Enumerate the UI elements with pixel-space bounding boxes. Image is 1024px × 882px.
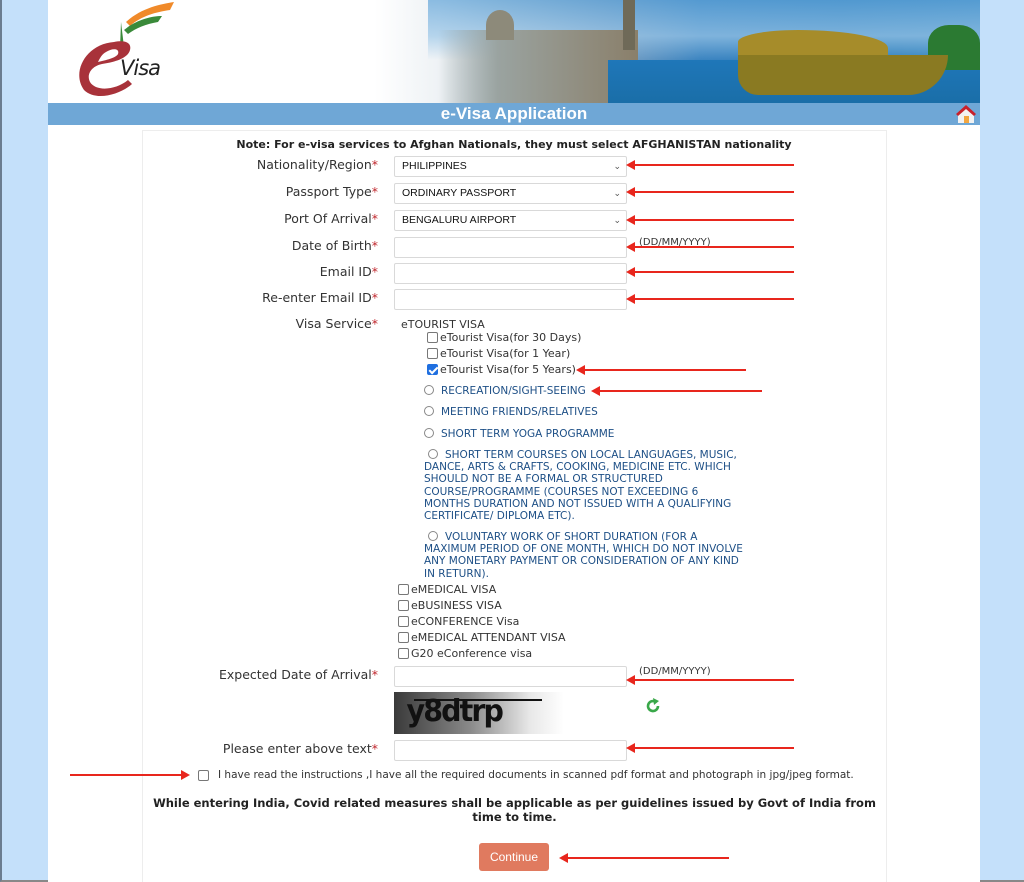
logo-text: Visa [120, 56, 161, 80]
passport-type-value: ORDINARY PASSPORT [402, 187, 517, 199]
captcha-image: y8dtrp [394, 692, 564, 734]
dob-input[interactable] [394, 237, 627, 258]
radio-button[interactable] [428, 449, 438, 459]
option-label: eCONFERENCE Visa [411, 615, 520, 628]
dob-label: Date of Birth* [291, 238, 378, 253]
nationality-label: Nationality/Region* [256, 157, 378, 172]
purpose-label: VOLUNTARY WORK OF SHORT DURATION (FOR A … [424, 531, 743, 580]
passport-type-select[interactable]: ORDINARY PASSPORT ⌄ [394, 183, 627, 204]
purpose-meeting-friends[interactable]: MEETING FRIENDS/RELATIVES [424, 406, 744, 418]
etourist-30-days-option[interactable]: eTourist Visa(for 30 Days) [427, 331, 581, 344]
option-label: eBUSINESS VISA [411, 599, 502, 612]
afghan-note: Note: For e-visa services to Afghan Nati… [236, 138, 792, 151]
evisa-logo [79, 2, 174, 97]
chevron-down-icon: ⌄ [613, 188, 621, 198]
email-label: Email ID* [319, 264, 378, 279]
nationality-value: PHILIPPINES [402, 160, 467, 172]
port-of-arrival-value: BENGALURU AIRPORT [402, 214, 517, 226]
purpose-label: SHORT TERM YOGA PROGRAMME [441, 428, 615, 440]
page-title-bar: e-Visa Application [48, 103, 980, 125]
annotation-arrow [626, 160, 794, 170]
checkbox[interactable] [398, 632, 409, 643]
continue-button[interactable]: Continue [479, 843, 549, 871]
annotation-arrow [591, 386, 762, 396]
arrival-format-hint: (DD/MM/YYYY) [639, 666, 711, 677]
refresh-icon[interactable] [644, 697, 662, 715]
option-label: eTourist Visa(for 30 Days) [440, 331, 582, 344]
checkbox[interactable] [398, 584, 409, 595]
annotation-arrow [576, 365, 746, 375]
econference-visa-option[interactable]: eCONFERENCE Visa [398, 615, 519, 628]
expected-arrival-label: Expected Date of Arrival* [218, 667, 378, 682]
annotation-arrow [626, 743, 794, 753]
checkbox[interactable] [398, 616, 409, 627]
etourist-1-year-option[interactable]: eTourist Visa(for 1 Year) [427, 347, 570, 360]
page-title: e-Visa Application [440, 104, 588, 123]
covid-notice: While entering India, Covid related meas… [153, 796, 876, 824]
agreement-label: I have read the instructions ,I have all… [218, 769, 854, 781]
annotation-arrow [626, 294, 794, 304]
radio-button[interactable] [424, 385, 434, 395]
banner-boat [738, 55, 948, 95]
checkbox-checked[interactable] [427, 364, 438, 375]
radio-button[interactable] [424, 428, 434, 438]
captcha-input[interactable] [394, 740, 627, 761]
annotation-arrow [626, 187, 794, 197]
option-label: eMEDICAL VISA [411, 583, 497, 596]
banner-dome [486, 10, 514, 40]
purpose-yoga[interactable]: SHORT TERM YOGA PROGRAMME [424, 428, 744, 440]
emedical-attendant-visa-option[interactable]: eMEDICAL ATTENDANT VISA [398, 631, 566, 644]
annotation-arrow [626, 215, 794, 225]
option-label: eTourist Visa(for 5 Years) [440, 363, 576, 376]
reenter-email-label: Re-enter Email ID* [262, 290, 378, 305]
nationality-select[interactable]: PHILIPPINES ⌄ [394, 156, 627, 177]
radio-button[interactable] [428, 531, 438, 541]
annotation-arrow [70, 770, 190, 780]
visa-service-label: Visa Service* [295, 316, 378, 331]
banner-tower [623, 0, 635, 50]
checkbox[interactable] [427, 332, 438, 343]
radio-button[interactable] [424, 406, 434, 416]
annotation-arrow [559, 853, 729, 863]
purpose-label: MEETING FRIENDS/RELATIVES [441, 406, 598, 418]
annotation-arrow [626, 675, 794, 685]
captcha-text: y8dtrp [406, 694, 504, 729]
etourist-5-years-option[interactable]: eTourist Visa(for 5 Years) [427, 363, 576, 376]
page-container: Visa e-Visa Application Note: For e-visa… [48, 0, 980, 882]
g20-econference-visa-option[interactable]: G20 eConference visa [398, 647, 532, 660]
purpose-label: SHORT TERM COURSES ON LOCAL LANGUAGES, M… [424, 449, 737, 523]
emedical-visa-option[interactable]: eMEDICAL VISA [398, 583, 496, 596]
captcha-input-label: Please enter above text* [222, 741, 378, 756]
checkbox[interactable] [398, 648, 409, 659]
option-label: eMEDICAL ATTENDANT VISA [411, 631, 566, 644]
purpose-short-term-courses[interactable]: SHORT TERM COURSES ON LOCAL LANGUAGES, M… [424, 449, 746, 522]
annotation-arrow [626, 242, 794, 252]
etourist-group-title: eTOURIST VISA [401, 318, 485, 331]
expected-arrival-input[interactable] [394, 666, 627, 687]
checkbox[interactable] [398, 600, 409, 611]
option-label: G20 eConference visa [411, 647, 533, 660]
home-icon[interactable] [955, 104, 977, 124]
agreement-checkbox[interactable] [198, 769, 209, 781]
option-label: eTourist Visa(for 1 Year) [440, 347, 571, 360]
port-of-arrival-select[interactable]: BENGALURU AIRPORT ⌄ [394, 210, 627, 231]
checkbox[interactable] [427, 348, 438, 359]
email-input[interactable] [394, 263, 627, 284]
port-of-arrival-label: Port Of Arrival* [284, 211, 378, 226]
annotation-arrow [626, 267, 794, 277]
ebusiness-visa-option[interactable]: eBUSINESS VISA [398, 599, 502, 612]
passport-type-label: Passport Type* [285, 184, 378, 199]
chevron-down-icon: ⌄ [613, 215, 621, 225]
header-banner: Visa [48, 0, 980, 103]
purpose-voluntary-work[interactable]: VOLUNTARY WORK OF SHORT DURATION (FOR A … [424, 531, 746, 580]
reenter-email-input[interactable] [394, 289, 627, 310]
agreement-row[interactable]: I have read the instructions ,I have all… [198, 769, 854, 781]
purpose-label: RECREATION/SIGHT-SEEING [441, 385, 586, 397]
chevron-down-icon: ⌄ [613, 161, 621, 171]
